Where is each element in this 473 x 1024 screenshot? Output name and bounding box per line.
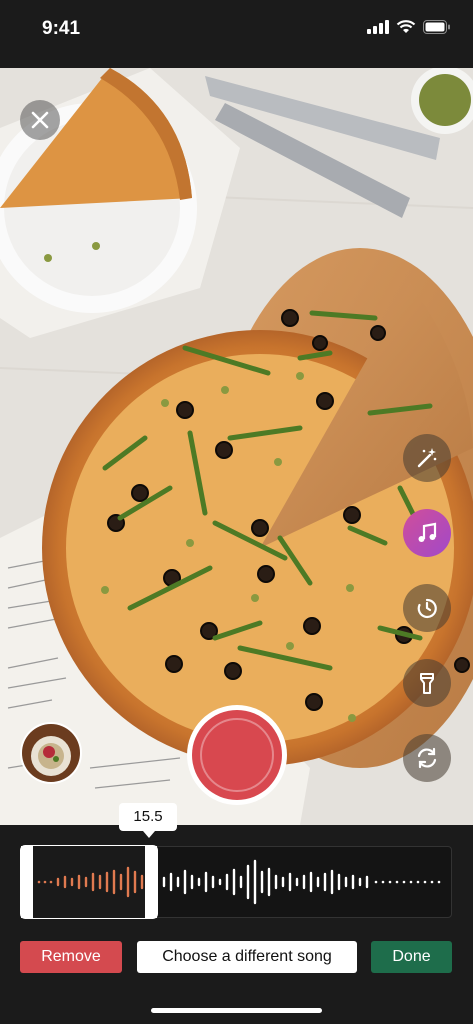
close-icon [31, 111, 49, 129]
battery-icon [423, 20, 450, 34]
shutter-inner-ring [200, 718, 274, 792]
magic-wand-icon [417, 448, 437, 468]
clip-selection-window[interactable] [20, 845, 158, 919]
status-time: 9:41 [42, 18, 81, 39]
effects-button[interactable] [403, 434, 451, 482]
signal-icon [367, 20, 389, 34]
flip-camera-button[interactable] [403, 734, 451, 782]
selected-waveform [37, 866, 144, 898]
trim-handle-left[interactable] [21, 846, 33, 918]
status-bar: 9:41 [0, 0, 473, 60]
gallery-preview-image [22, 724, 80, 782]
music-note-icon [418, 522, 437, 542]
timer-button[interactable] [403, 584, 451, 632]
music-button[interactable] [403, 509, 451, 557]
choose-different-song-button[interactable]: Choose a different song [137, 941, 357, 973]
gallery-thumbnail[interactable] [20, 722, 82, 784]
flip-camera-icon [417, 747, 437, 769]
status-icons [367, 20, 451, 34]
trim-handle-right[interactable] [145, 846, 157, 918]
close-button[interactable] [20, 100, 60, 140]
flashlight-icon [420, 673, 434, 694]
done-button[interactable]: Done [371, 941, 452, 973]
clip-time-label: 15.5 [119, 803, 177, 838]
home-indicator[interactable] [151, 1008, 322, 1013]
wifi-icon [396, 20, 416, 33]
timer-icon [417, 598, 437, 619]
remove-button[interactable]: Remove [20, 941, 122, 973]
flashlight-button[interactable] [403, 659, 451, 707]
